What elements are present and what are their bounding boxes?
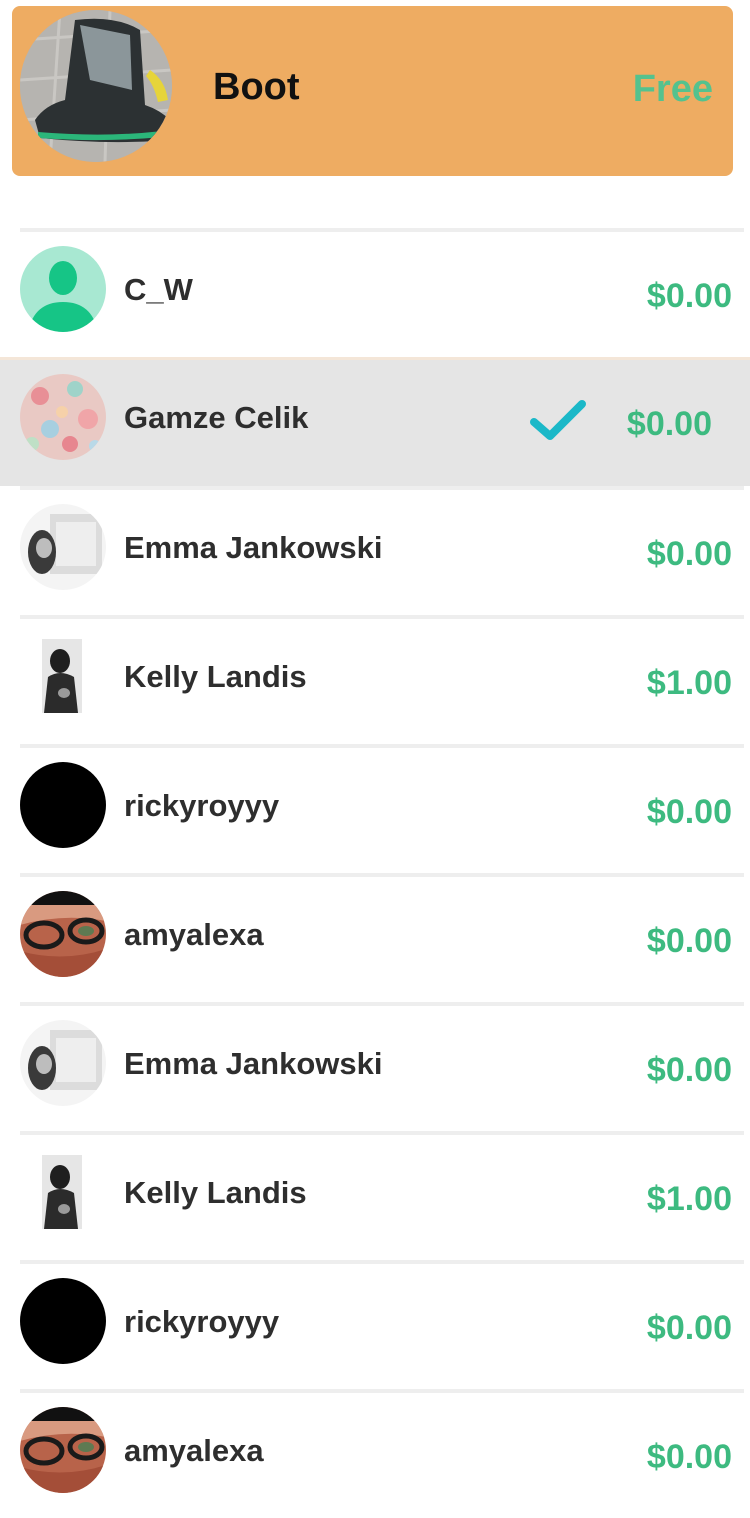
- user-row[interactable]: amyalexa $0.00: [20, 873, 744, 1002]
- photo-avatar: [20, 1020, 106, 1106]
- floral-pattern-avatar: [20, 374, 106, 460]
- user-price: $0.00: [646, 922, 732, 960]
- user-name: amyalexa: [124, 917, 264, 952]
- user-name: amyalexa: [124, 1433, 264, 1468]
- user-name: Gamze Celik: [124, 400, 309, 435]
- user-row[interactable]: rickyroyyy $0.00: [20, 744, 744, 873]
- user-row[interactable]: rickyroyyy $0.00: [20, 1260, 744, 1389]
- user-price: $1.00: [646, 1180, 732, 1218]
- user-list: C_W $0.00 Gamze Celik $0.00 Emma Jankows…: [0, 228, 750, 1518]
- user-name: Emma Jankowski: [124, 1046, 383, 1081]
- user-name: Kelly Landis: [124, 1175, 307, 1210]
- photo-avatar: [20, 633, 106, 719]
- user-name: rickyroyyy: [124, 1304, 280, 1339]
- black-avatar: [20, 762, 106, 848]
- user-name: C_W: [124, 272, 193, 307]
- user-price: $0.00: [646, 535, 732, 573]
- user-row[interactable]: Kelly Landis $1.00: [20, 1131, 744, 1260]
- user-row[interactable]: Emma Jankowski $0.00: [20, 1002, 744, 1131]
- user-price: $0.00: [646, 1438, 732, 1476]
- item-title: Boot: [213, 66, 300, 108]
- item-header: Boot Free: [12, 6, 733, 176]
- user-price: $0.00: [646, 793, 732, 831]
- user-row[interactable]: Kelly Landis $1.00: [20, 615, 744, 744]
- user-price: $0.00: [646, 1051, 732, 1089]
- selfie-avatar: [20, 1407, 106, 1493]
- user-name: Emma Jankowski: [124, 530, 383, 565]
- user-price: $0.00: [646, 1309, 732, 1347]
- user-row[interactable]: Emma Jankowski $0.00: [20, 486, 744, 615]
- item-price: Free: [632, 68, 713, 110]
- user-row[interactable]: amyalexa $0.00: [20, 1389, 744, 1518]
- selfie-avatar: [20, 891, 106, 977]
- user-price: $0.00: [626, 405, 712, 443]
- boot-photo: [20, 10, 172, 162]
- checkmark-icon: [530, 400, 586, 440]
- user-name: rickyroyyy: [124, 788, 280, 823]
- user-name: Kelly Landis: [124, 659, 307, 694]
- user-row[interactable]: C_W $0.00: [20, 228, 744, 357]
- photo-avatar: [20, 1149, 106, 1235]
- user-price: $0.00: [646, 277, 732, 315]
- black-avatar: [20, 1278, 106, 1364]
- photo-avatar: [20, 504, 106, 590]
- user-row-selected[interactable]: Gamze Celik $0.00: [0, 357, 750, 486]
- user-price: $1.00: [646, 664, 732, 702]
- default-person-avatar: [20, 246, 106, 332]
